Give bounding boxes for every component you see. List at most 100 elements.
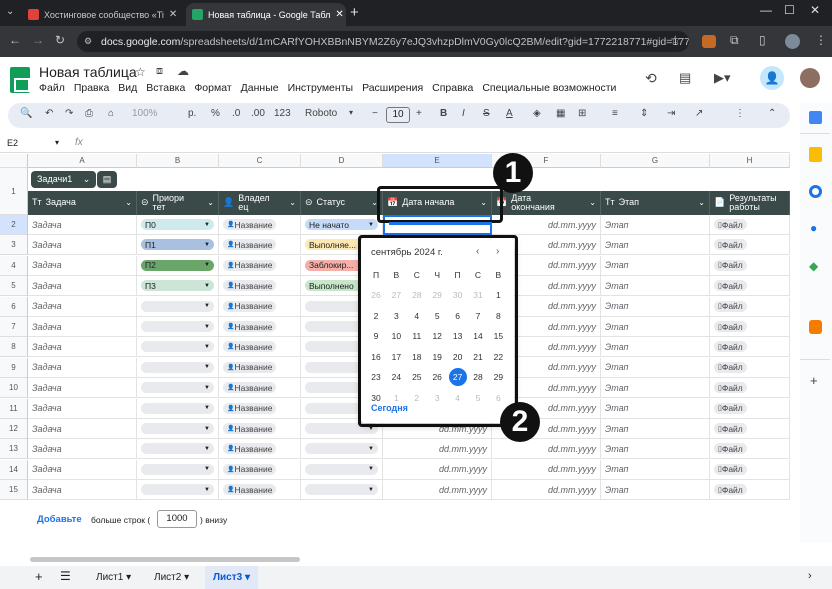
reload-icon[interactable]: ↻ [55, 33, 65, 47]
person-chip[interactable]: 👤 Название [223, 402, 277, 414]
calendar-day[interactable]: 20 [449, 348, 467, 366]
calendar-day[interactable]: 12 [428, 327, 446, 345]
task-cell[interactable]: Задача [28, 276, 137, 297]
end-date-cell[interactable]: dd.mm.yyyy [492, 480, 601, 501]
tab-search-icon[interactable]: ⌄ [6, 6, 14, 17]
add-sheet-icon[interactable]: + [35, 569, 43, 584]
row-header[interactable]: 2 [0, 215, 28, 235]
move-folder-icon[interactable]: ⧈ [156, 65, 163, 78]
owner-cell[interactable]: 👤 Название [219, 276, 301, 297]
menu-file[interactable]: Файл [39, 82, 65, 94]
stage-cell[interactable]: Этап [601, 235, 710, 256]
cloud-status-icon[interactable]: ☁ [177, 64, 189, 78]
task-cell[interactable]: Задача [28, 419, 137, 439]
file-chip[interactable]: ▯ Файл [714, 239, 747, 251]
header-status[interactable]: ⊝ Статус ⌄ [301, 191, 383, 215]
browser-menu-icon[interactable]: ⋮ [815, 33, 827, 47]
calendar-day[interactable]: 10 [387, 327, 405, 345]
stage-cell[interactable]: Этап [601, 439, 710, 460]
extension-fox-icon[interactable] [702, 35, 716, 48]
file-chip[interactable]: ▯ Файл [714, 484, 747, 496]
menu-edit[interactable]: Правка [74, 82, 109, 94]
owner-cell[interactable]: 👤 Название [219, 378, 301, 399]
owner-cell[interactable]: 👤 Название [219, 337, 301, 358]
close-tab-icon[interactable]: ✕ [169, 9, 177, 20]
owner-cell[interactable]: 👤 Название [219, 215, 301, 235]
task-cell[interactable]: Задача [28, 235, 137, 256]
column-header-d[interactable]: D [301, 154, 383, 168]
font-chevron-icon[interactable]: ▾ [349, 108, 353, 117]
menu-tools[interactable]: Инструменты [288, 82, 353, 94]
chevron-down-icon[interactable]: ⌄ [125, 198, 132, 207]
calendar-day[interactable]: 2 [408, 389, 426, 407]
sidepanel-icon[interactable]: ▯ [759, 33, 766, 47]
calendar-day[interactable]: 13 [449, 327, 467, 345]
person-chip[interactable]: 👤 Название [223, 300, 277, 312]
row-header[interactable]: 13 [0, 439, 28, 460]
calendar-day[interactable]: 6 [449, 307, 467, 325]
task-cell[interactable]: Задача [28, 255, 137, 276]
sheet-tab-2[interactable]: Лист2 ▾ [154, 572, 189, 583]
document-title[interactable]: Новая таблица [39, 64, 137, 80]
status-chip[interactable]: ▼ [305, 443, 378, 455]
row-header[interactable]: 10 [0, 378, 28, 399]
results-cell[interactable]: ▯ Файл [710, 296, 790, 317]
task-cell[interactable]: Задача [28, 215, 137, 235]
priority-cell[interactable]: ▼ [137, 337, 219, 358]
calendar-day[interactable]: 14 [469, 327, 487, 345]
task-cell[interactable]: Задача [28, 480, 137, 501]
priority-chip[interactable]: ▼ [141, 300, 214, 312]
browser-tab-hosting[interactable]: Хостинговое сообщество «Ti ✕ [22, 3, 182, 26]
file-chip[interactable]: ▯ Файл [714, 382, 747, 394]
priority-cell[interactable]: ▼ [137, 439, 219, 460]
status-chip[interactable]: ▼ [305, 463, 378, 475]
file-chip[interactable]: ▯ Файл [714, 321, 747, 332]
calendar-day[interactable]: 27 [387, 286, 405, 304]
person-chip[interactable]: 👤 Название [223, 463, 277, 475]
results-cell[interactable]: ▯ Файл [710, 439, 790, 460]
font-size-plus-icon[interactable]: + [416, 108, 422, 119]
person-chip[interactable]: 👤 Название [223, 341, 277, 353]
person-chip[interactable]: 👤 Название [223, 321, 277, 332]
calendar-day-selected[interactable]: 27 [448, 368, 467, 386]
priority-chip[interactable]: ▼ [141, 402, 214, 414]
file-chip[interactable]: ▯ Файл [714, 463, 747, 475]
header-end-date[interactable]: 📅 Дата окончания ⌄ [492, 191, 601, 215]
end-date-cell[interactable]: dd.mm.yyyy [492, 459, 601, 480]
header-priority[interactable]: ⊝ Приори тет ⌄ [137, 191, 219, 215]
calendar-day[interactable]: 6 [489, 389, 507, 407]
row-header[interactable]: 7 [0, 317, 28, 337]
priority-chip[interactable]: П1 ▼ [141, 239, 214, 251]
chevron-down-icon[interactable]: ⌄ [589, 198, 596, 207]
row-header[interactable]: 12 [0, 419, 28, 439]
stage-cell[interactable]: Этап [601, 378, 710, 399]
start-date-cell[interactable]: dd.mm.yyyy [383, 480, 492, 501]
calendar-day[interactable]: 4 [408, 307, 426, 325]
person-chip[interactable]: 👤 Название [223, 239, 277, 251]
priority-chip[interactable]: П0 ▼ [141, 219, 214, 230]
calendar-app-icon[interactable] [809, 111, 822, 124]
share-button[interactable]: 👤 [760, 66, 784, 90]
prev-month-icon[interactable]: ‹ [476, 246, 479, 257]
paint-format-icon[interactable]: ⌂ [108, 108, 114, 119]
task-cell[interactable]: Задача [28, 439, 137, 460]
calendar-day[interactable]: 11 [408, 327, 426, 345]
file-chip[interactable]: ▯ Файл [714, 443, 747, 455]
file-chip[interactable]: ▯ Файл [714, 300, 747, 312]
column-header-g[interactable]: G [601, 154, 710, 168]
status-chip[interactable]: Не начато ▼ [305, 219, 378, 230]
maximize-icon[interactable]: ☐ [784, 3, 795, 17]
priority-chip[interactable]: П3 ▼ [141, 280, 214, 292]
priority-chip[interactable]: ▼ [141, 382, 214, 394]
menu-data[interactable]: Данные [241, 82, 279, 94]
calendar-day[interactable]: 19 [428, 348, 446, 366]
namebox-chevron-icon[interactable]: ▾ [55, 138, 59, 147]
header-results[interactable]: 📄 Результаты работы [710, 191, 790, 215]
horizontal-scrollbar[interactable] [30, 557, 300, 562]
collapse-toolbar-icon[interactable]: ⌃ [768, 108, 776, 119]
calendar-day[interactable]: 29 [489, 368, 507, 386]
owner-cell[interactable]: 👤 Название [219, 317, 301, 337]
calendar-day[interactable]: 26 [367, 286, 385, 304]
calendar-day[interactable]: 17 [387, 348, 405, 366]
priority-chip[interactable]: ▼ [141, 484, 214, 496]
